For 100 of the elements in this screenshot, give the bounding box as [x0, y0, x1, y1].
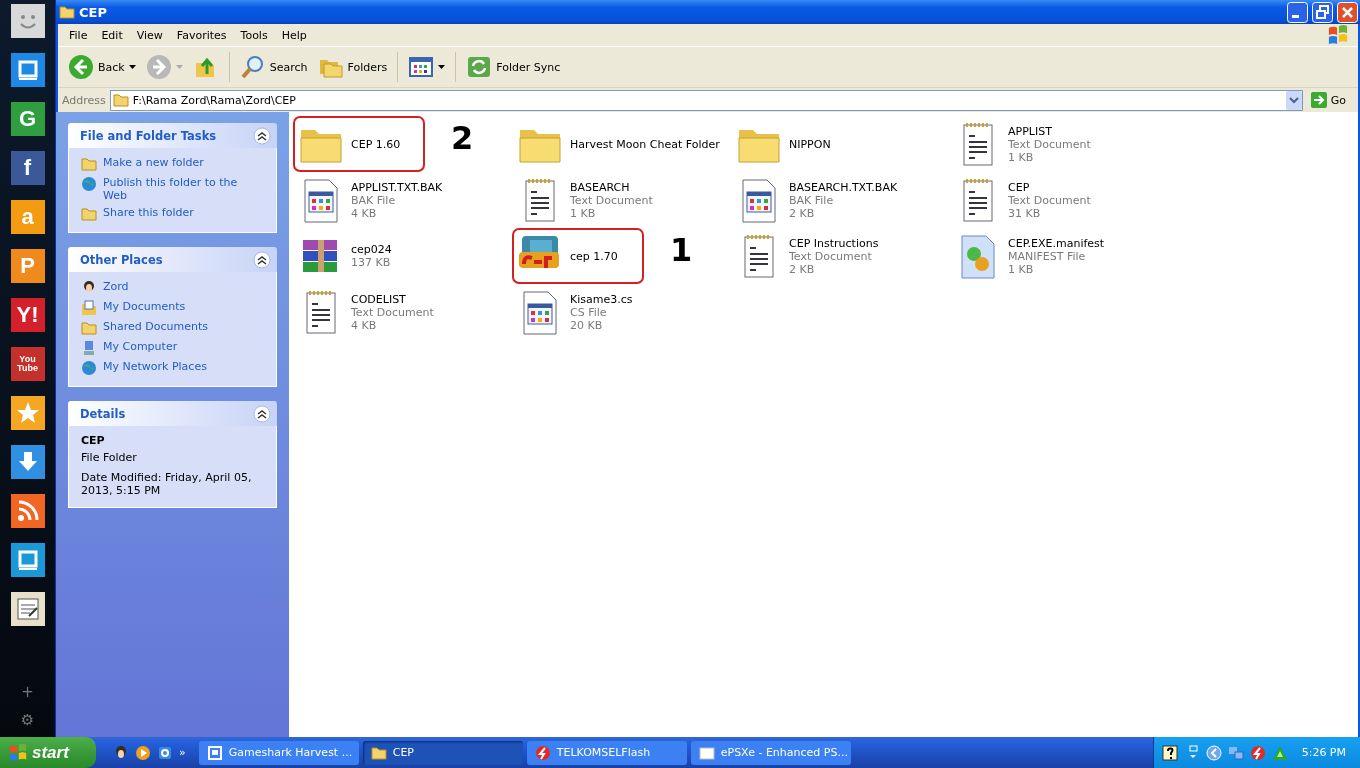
sync-button[interactable]: Folder Sync [462, 52, 565, 82]
file-detail: 4 KB [351, 318, 378, 332]
panel-header[interactable]: File and Folder Tasks [68, 123, 277, 148]
flag-icon [8, 743, 28, 762]
sync-icon [466, 54, 493, 80]
task-link[interactable]: Shared Documents [103, 320, 208, 333]
collapse-icon[interactable] [253, 404, 271, 423]
search-icon [239, 54, 266, 80]
file-detail: Text Document [1008, 193, 1091, 207]
restore-button[interactable] [1312, 1, 1333, 23]
triangle-icon[interactable] [1271, 744, 1288, 761]
folder-icon [59, 4, 75, 20]
file-detail: Text Document [570, 193, 653, 207]
file-name[interactable]: CODELIST [351, 292, 434, 306]
smiley-icon[interactable] [10, 4, 45, 38]
file-detail: MANIFEST File [1008, 249, 1087, 263]
panel-header[interactable]: Details [68, 401, 277, 426]
caret-icon[interactable] [128, 65, 136, 69]
file-detail: 2 KB [789, 262, 816, 276]
close-button[interactable] [1337, 1, 1358, 23]
play-icon[interactable] [135, 744, 151, 761]
browser-icon[interactable] [157, 744, 173, 761]
download-icon[interactable] [10, 445, 45, 479]
task-link[interactable]: Publish this folder to the Web [103, 176, 253, 202]
address-field[interactable]: F:\Rama Zord\Rama\Zord\CEP [109, 89, 1303, 111]
flash-icon [534, 744, 551, 761]
file-detail: 2 KB [789, 206, 816, 220]
file-name[interactable]: cep 1.70 [570, 249, 618, 263]
file-name[interactable]: CEP 1.60 [351, 137, 401, 151]
app-shortcut[interactable]: You Tube [10, 347, 45, 381]
dock-tool[interactable]: + [21, 683, 34, 701]
dock-tool[interactable]: ⚙ [20, 711, 35, 729]
detail-date: Date Modified: Friday, April 05, 2013, 5:15 PM [81, 471, 253, 497]
taskbar-button[interactable]: Gameshark Harvest ... [198, 740, 359, 765]
file-name[interactable]: CEP [1008, 180, 1091, 194]
go-button[interactable]: Go [1306, 92, 1354, 108]
computer-icon [81, 340, 97, 356]
back-button[interactable]: Back [64, 52, 140, 82]
file-name[interactable]: CEP.EXE.manifest [1008, 236, 1105, 250]
more-button[interactable]: » [179, 746, 186, 759]
detail-type: File Folder [81, 451, 138, 464]
documents-icon [81, 300, 97, 316]
help-icon[interactable] [1161, 744, 1178, 761]
globe-icon [81, 176, 97, 192]
annotation-number: 1 [670, 234, 693, 266]
file-detail: 31 KB [1008, 206, 1042, 220]
task-link[interactable]: My Documents [103, 300, 186, 313]
file-detail: BAK File [789, 193, 835, 207]
menu-item[interactable]: Edit [94, 28, 130, 42]
note-icon[interactable] [10, 592, 45, 626]
file-detail: 137 KB [351, 256, 392, 269]
chevron-icon[interactable] [1205, 744, 1222, 761]
task-link[interactable]: My Computer [103, 340, 178, 353]
flag-icon [1326, 25, 1350, 45]
file-name[interactable]: APPLIST [1008, 124, 1091, 138]
search-button[interactable]: Search [235, 52, 312, 82]
menu-item[interactable]: Help [274, 28, 314, 42]
folders-button[interactable]: Folders [313, 52, 392, 82]
collapse-icon[interactable] [253, 126, 271, 145]
globe-icon [81, 360, 97, 376]
app-shortcut[interactable]: f [10, 151, 45, 185]
file-name[interactable]: CEP Instructions [789, 236, 879, 250]
file-detail: Text Document [789, 249, 873, 263]
taskbar-button[interactable]: ePSXe - Enhanced PS... [690, 740, 851, 765]
menu-item[interactable]: Tools [233, 28, 275, 42]
menu-item[interactable]: File [62, 28, 95, 42]
file-name[interactable]: APPLIST.TXT.BAK [351, 180, 443, 194]
task-link[interactable]: Make a new folder [103, 156, 204, 169]
file-name[interactable]: NIPPON [789, 137, 831, 151]
file-name[interactable]: Kisame3.cs [570, 292, 633, 306]
collapse-icon[interactable] [253, 250, 271, 269]
app-shortcut[interactable]: Y! [10, 298, 45, 332]
monitor-icon [206, 744, 223, 761]
file-name[interactable]: BASEARCH [570, 180, 653, 194]
caret-icon[interactable] [438, 65, 446, 69]
task-link[interactable]: Share this folder [103, 206, 194, 219]
task-link[interactable]: Zord [103, 280, 129, 293]
panel-header[interactable]: Other Places [68, 247, 277, 272]
taskbar-button[interactable]: CEP [362, 740, 523, 765]
go-arrow-icon [1310, 92, 1327, 108]
menu-item[interactable]: View [129, 28, 170, 42]
dropdown-button[interactable] [1285, 90, 1302, 110]
file-detail: 1 KB [1008, 262, 1035, 276]
annotation-number: 2 [451, 122, 474, 154]
views-icon [408, 54, 435, 80]
file-name[interactable]: cep024 [351, 243, 392, 256]
file-name[interactable]: BASEARCH.TXT.BAK [789, 180, 898, 194]
file-detail: Text Document [351, 305, 434, 319]
taskbar-button[interactable]: TELKOMSELFlash [526, 740, 687, 765]
minimize-button[interactable] [1287, 1, 1308, 23]
folder-icon [81, 206, 97, 222]
file-detail: CS File [570, 305, 608, 319]
rss-icon[interactable] [10, 494, 45, 528]
folder-icon [81, 156, 97, 172]
avatar-icon[interactable] [113, 744, 129, 761]
menu-item[interactable]: Favorites [169, 28, 234, 42]
task-link[interactable]: My Network Places [103, 360, 207, 373]
file-name[interactable]: Harvest Moon Cheat Folder [570, 137, 720, 151]
flash-icon[interactable] [1249, 744, 1266, 761]
start-button[interactable]: start [0, 737, 96, 768]
